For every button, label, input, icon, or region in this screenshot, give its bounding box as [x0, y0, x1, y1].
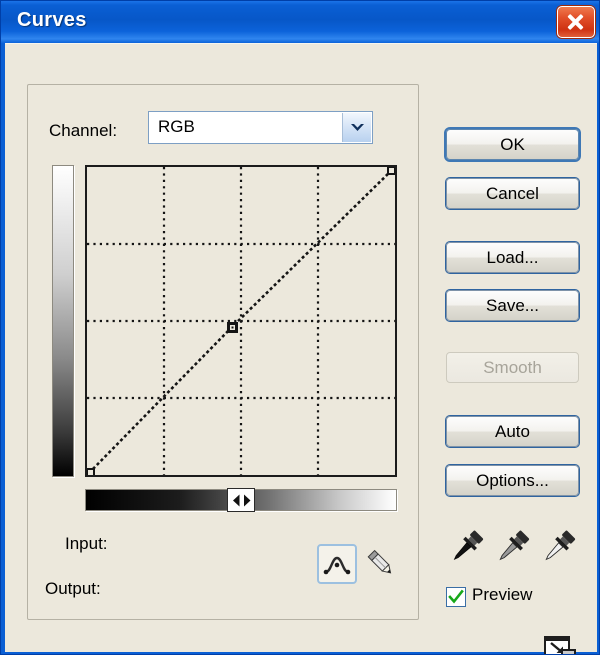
- eyedropper-gray-icon: [499, 530, 530, 561]
- window-title: Curves: [17, 9, 87, 31]
- cancel-button[interactable]: Cancel: [446, 178, 579, 209]
- output-label: Output:: [45, 579, 101, 598]
- channel-label: Channel:: [49, 121, 118, 140]
- smooth-button: Smooth: [446, 352, 579, 383]
- grid-size-toggle-icon[interactable]: [544, 636, 578, 654]
- left-right-arrows-icon[interactable]: [227, 488, 255, 512]
- pencil-icon: [367, 549, 392, 574]
- save-button[interactable]: Save...: [446, 290, 579, 321]
- checkmark-icon: [448, 589, 464, 604]
- ok-button[interactable]: OK: [446, 129, 579, 160]
- curve-graph[interactable]: [85, 165, 397, 477]
- output-gradient-bar: [52, 165, 74, 477]
- input-gradient-bar[interactable]: [85, 488, 397, 512]
- eyedropper-white-icon: [545, 530, 576, 561]
- s-curve-icon: [323, 556, 351, 575]
- set-black-point-eyedropper[interactable]: [447, 527, 485, 567]
- channel-select-value: RGB: [158, 117, 195, 136]
- curve-graph-svg[interactable]: [87, 167, 395, 475]
- preview-label: Preview: [472, 585, 533, 604]
- pencil-tool[interactable]: [363, 546, 399, 582]
- close-icon[interactable]: [557, 6, 595, 38]
- load-button[interactable]: Load...: [446, 242, 579, 273]
- vertical-tone-gradient: [53, 166, 73, 476]
- chevron-down-icon[interactable]: [342, 113, 371, 142]
- titlebar: Curves: [1, 1, 599, 43]
- preview-checkbox[interactable]: [446, 587, 466, 607]
- auto-button[interactable]: Auto: [446, 416, 579, 447]
- set-white-point-eyedropper[interactable]: [539, 527, 577, 567]
- options-button[interactable]: Options...: [446, 465, 579, 496]
- input-label: Input:: [65, 534, 108, 553]
- eyedropper-group: [445, 527, 585, 569]
- curves-dialog-window: Curves Channel: RGB Input: Output: OK Ca…: [0, 0, 600, 655]
- eyedropper-black-icon: [453, 530, 484, 560]
- curve-tool[interactable]: [317, 544, 357, 584]
- set-gray-point-eyedropper[interactable]: [493, 527, 531, 567]
- channel-select[interactable]: RGB: [148, 111, 373, 144]
- dialog-body: Channel: RGB Input: Output: OK Cancel Lo…: [5, 43, 597, 654]
